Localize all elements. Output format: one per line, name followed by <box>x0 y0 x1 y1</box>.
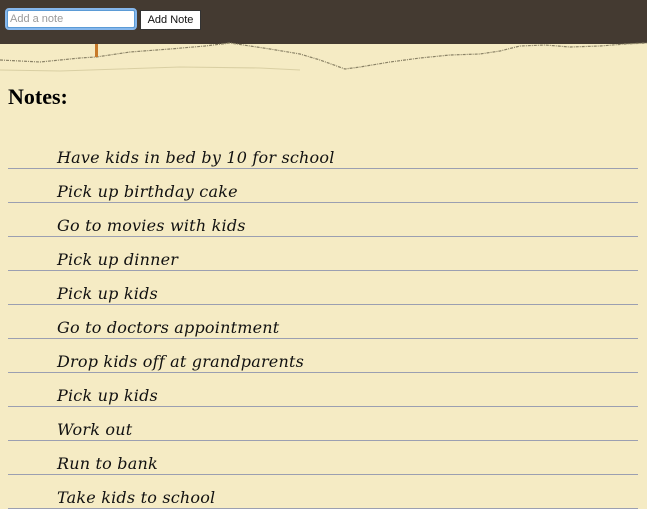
note-item[interactable]: Pick up kids <box>8 271 638 305</box>
note-text: Have kids in bed by 10 for school <box>57 148 335 167</box>
note-item[interactable]: Go to doctors appointment <box>8 305 638 339</box>
note-item[interactable]: Pick up kids <box>8 373 638 407</box>
note-input[interactable] <box>5 8 137 30</box>
note-text: Drop kids off at grandparents <box>57 352 305 371</box>
note-text: Run to bank <box>57 454 158 473</box>
note-text: Take kids to school <box>57 488 216 507</box>
note-text: Pick up dinner <box>57 250 179 269</box>
note-item[interactable]: Work out <box>8 407 638 441</box>
note-text: Pick up birthday cake <box>57 182 238 201</box>
note-text: Go to movies with kids <box>57 216 246 235</box>
note-item[interactable]: Drop kids off at grandparents <box>8 339 638 373</box>
note-text: Work out <box>57 420 133 439</box>
note-item[interactable]: Pick up birthday cake <box>8 169 638 203</box>
note-item[interactable]: Run to bank <box>8 441 638 475</box>
top-bar: Add Note <box>0 0 647 44</box>
note-text: Pick up kids <box>57 284 158 303</box>
note-item[interactable]: Have kids in bed by 10 for school <box>8 135 638 169</box>
add-note-button[interactable]: Add Note <box>140 10 201 30</box>
notes-list: Have kids in bed by 10 for school Pick u… <box>8 135 638 509</box>
note-text: Pick up kids <box>57 386 158 405</box>
note-item[interactable]: Go to movies with kids <box>8 203 638 237</box>
note-item[interactable]: Take kids to school <box>8 475 638 509</box>
torn-paper-edge <box>0 42 647 76</box>
notes-heading: Notes: <box>8 84 68 109</box>
note-text: Go to doctors appointment <box>57 318 280 337</box>
note-item[interactable]: Pick up dinner <box>8 237 638 271</box>
